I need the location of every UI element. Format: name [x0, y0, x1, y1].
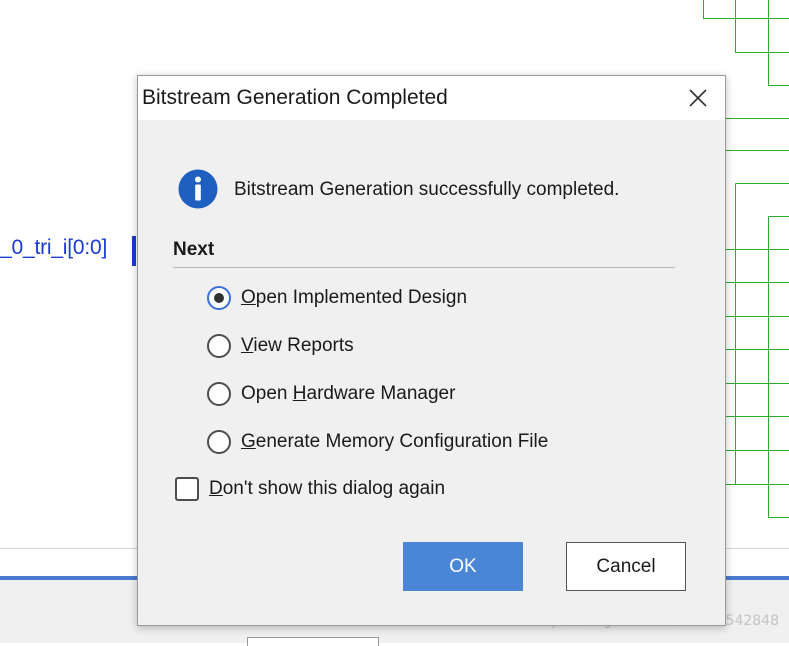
option-label[interactable]: Generate Memory Configuration File — [241, 431, 548, 453]
option-label[interactable]: View Reports — [241, 335, 354, 357]
dialog-titlebar[interactable]: Bitstream Generation Completed — [138, 76, 725, 120]
bitstream-completed-dialog: Bitstream Generation Completed Bitstream… — [137, 75, 726, 626]
radio-button[interactable] — [207, 382, 231, 406]
checkbox-label[interactable]: Don't show this dialog again — [209, 478, 445, 500]
radio-open-implemented-design[interactable]: Open Implemented Design — [207, 283, 467, 313]
section-divider — [173, 267, 675, 268]
dialog-title: Bitstream Generation Completed — [142, 86, 448, 109]
cancel-button[interactable]: Cancel — [566, 542, 686, 591]
close-icon — [689, 89, 707, 107]
port-label[interactable]: _0_tri_i[0:0] — [0, 236, 107, 260]
info-icon — [178, 169, 218, 209]
option-label[interactable]: Open Hardware Manager — [241, 383, 455, 405]
radio-button[interactable] — [207, 430, 231, 454]
radio-open-hardware-manager[interactable]: Open Hardware Manager — [207, 379, 455, 409]
ok-button[interactable]: OK — [403, 542, 523, 591]
section-title: Next — [173, 239, 215, 260]
dont-show-again-checkbox-row[interactable]: Don't show this dialog again — [175, 474, 445, 504]
radio-button[interactable] — [207, 334, 231, 358]
radio-button-selected[interactable] — [207, 286, 231, 310]
option-label[interactable]: Open Implemented Design — [241, 287, 467, 309]
status-message: Bitstream Generation successfully comple… — [234, 179, 620, 200]
port-bar — [132, 236, 136, 266]
radio-generate-memory-config-file[interactable]: Generate Memory Configuration File — [207, 427, 548, 457]
radio-view-reports[interactable]: View Reports — [207, 331, 354, 361]
radio-dot — [214, 293, 224, 303]
bottom-panel-tab[interactable] — [247, 637, 379, 646]
dont-show-again-checkbox[interactable] — [175, 477, 199, 501]
close-button[interactable] — [684, 84, 712, 112]
